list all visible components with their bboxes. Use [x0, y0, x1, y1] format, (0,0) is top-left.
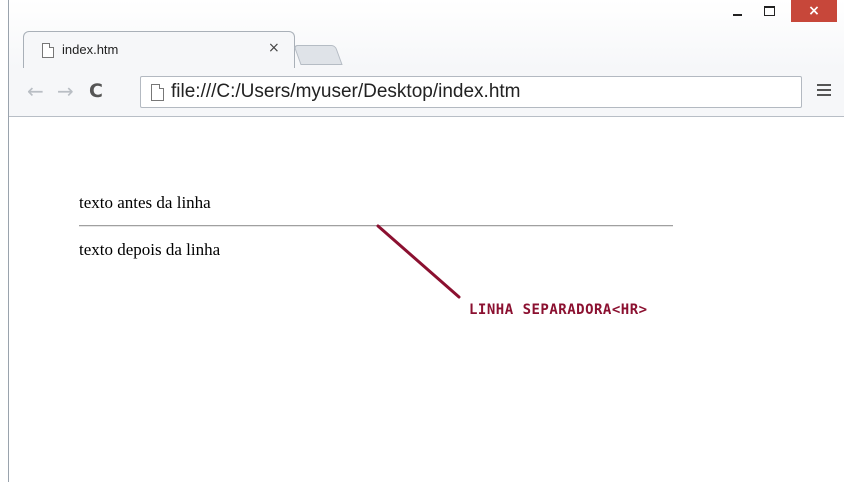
new-tab-button[interactable]	[293, 45, 343, 65]
menu-icon[interactable]	[817, 84, 831, 98]
annotation-pointer-line	[376, 224, 461, 299]
page-icon	[151, 84, 164, 101]
page-icon	[42, 43, 54, 58]
menu-icon-bar	[817, 84, 831, 86]
menu-icon-bar	[817, 89, 831, 91]
tab-title: index.htm	[62, 42, 119, 57]
forward-icon[interactable]: →	[57, 81, 74, 101]
annotation-label: LINHA SEPARADORA<HR>	[469, 302, 648, 318]
back-icon[interactable]: ←	[27, 81, 44, 101]
close-window-button[interactable]: ×	[791, 0, 837, 22]
page-content: texto antes da linha texto depois da lin…	[9, 117, 844, 482]
tab-close-icon[interactable]: ×	[268, 40, 280, 56]
address-url[interactable]: file:///C:/Users/myuser/Desktop/index.ht…	[171, 81, 521, 103]
annotation-arrow	[376, 224, 461, 299]
menu-icon-bar	[817, 94, 831, 96]
minimize-button[interactable]	[723, 0, 751, 22]
maximize-button[interactable]	[755, 0, 783, 22]
title-bar: × index.htm ×	[9, 0, 844, 69]
reload-icon[interactable]: C	[89, 81, 103, 101]
browser-window: × index.htm × ← → C file:///C:/Users/myu…	[8, 0, 844, 482]
toolbar: ← → C file:///C:/Users/myuser/Desktop/in…	[9, 68, 844, 117]
tab-index-htm[interactable]: index.htm ×	[23, 31, 295, 69]
address-bar[interactable]: file:///C:/Users/myuser/Desktop/index.ht…	[140, 76, 802, 108]
